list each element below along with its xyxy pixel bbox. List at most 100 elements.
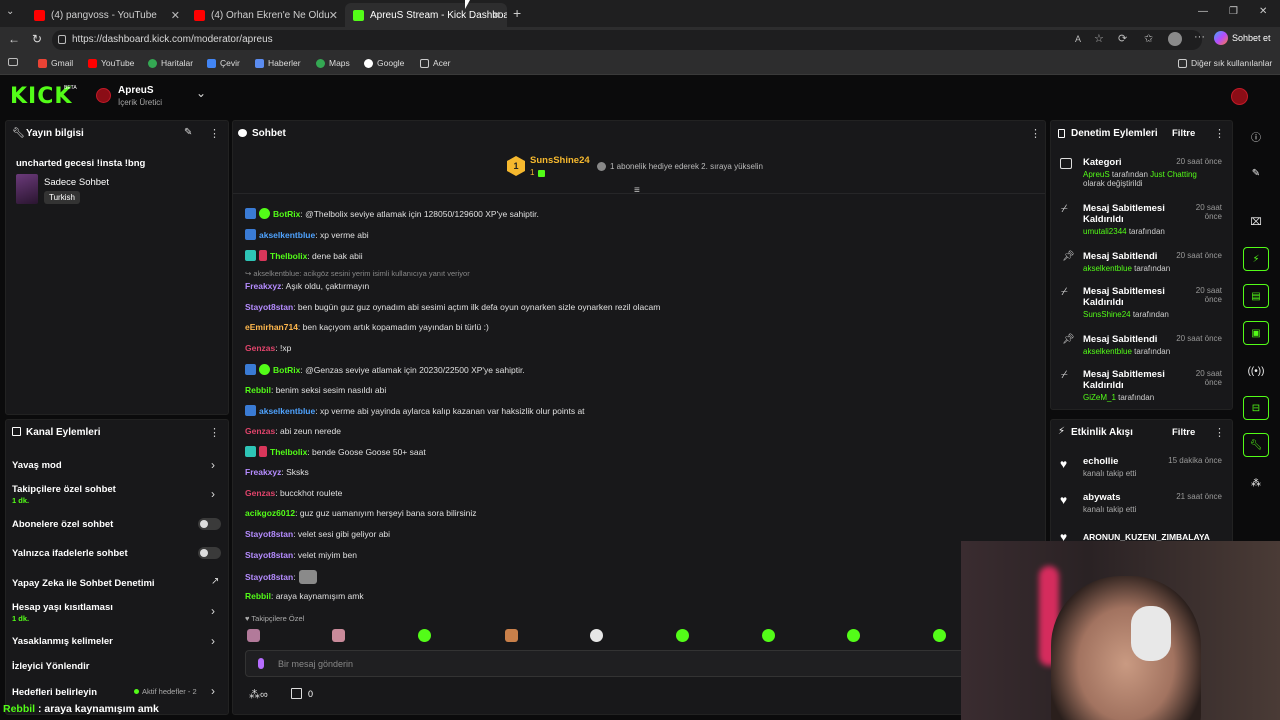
ai-moderation-item[interactable]: Yapay Zeka ile Sohbet Denetimi (12, 578, 155, 589)
chat-username[interactable]: eEmirhan714 (245, 322, 298, 332)
edit-icon[interactable]: ✎ (1243, 161, 1269, 185)
layout-icon[interactable]: ⊟ (1243, 396, 1269, 420)
close-tab-icon[interactable]: ✕ (329, 9, 338, 22)
chart-icon[interactable]: ↗ (211, 576, 219, 587)
browser-tab-kick[interactable]: ApreuS Stream - Kick Dashboard ✕ (345, 3, 507, 27)
bookmark-acer[interactable]: Acer (420, 58, 450, 68)
chat-username[interactable]: BotRix (273, 365, 300, 375)
emote-icon[interactable] (418, 629, 431, 642)
chevron-right-icon[interactable]: › (211, 604, 215, 618)
emotes-only-toggle[interactable] (198, 547, 221, 559)
bookmark-google[interactable]: Google (364, 58, 404, 68)
slow-mode-item[interactable]: Yavaş mod (12, 460, 62, 471)
filter-button[interactable]: Filtre (1172, 128, 1195, 139)
favorite-star-icon[interactable]: ☆ (1094, 32, 1104, 45)
store-icon[interactable] (291, 688, 302, 699)
browser-tab-youtube-2[interactable]: (4) Orhan Ekren'e Ne Oldu? İngiltere ✕ (186, 3, 344, 27)
chevron-right-icon[interactable]: › (211, 634, 215, 648)
channel-avatar[interactable] (96, 88, 111, 103)
chat-username[interactable]: Stayot8stan (245, 302, 293, 312)
more-options-icon[interactable]: ⋮ (1214, 127, 1225, 140)
emote-icon[interactable] (933, 629, 946, 642)
chevron-right-icon[interactable]: › (211, 684, 215, 698)
filter-button[interactable]: Filtre (1172, 427, 1195, 438)
lightning-icon[interactable]: ⚡︎ (1243, 247, 1269, 271)
reload-icon[interactable]: ↻ (32, 32, 42, 46)
user-avatar[interactable] (1231, 88, 1248, 105)
profile-avatar[interactable] (1168, 32, 1182, 46)
close-window-icon[interactable]: ✕ (1259, 6, 1267, 17)
points-infinity-icon[interactable]: ⁂∞ (249, 688, 268, 701)
info-icon[interactable]: ⓘ (1243, 124, 1269, 148)
bookmark-gmail[interactable]: Gmail (38, 58, 73, 68)
tab-list-chevron-icon[interactable]: ⌄ (6, 6, 14, 17)
more-options-icon[interactable]: ⋮ (1214, 426, 1225, 439)
close-tab-icon[interactable]: ✕ (492, 9, 501, 22)
bookmark-haberler[interactable]: Haberler (255, 58, 301, 68)
banned-words-item[interactable]: Yasaklanmış kelimeler (12, 636, 113, 647)
emote-icon[interactable] (505, 629, 518, 642)
maximize-icon[interactable]: ❐ (1229, 6, 1238, 17)
bookmark-cevir[interactable]: Çevir (207, 58, 240, 68)
emote-icon[interactable] (247, 629, 260, 642)
followers-only-item[interactable]: Takipçilere özel sohbet (12, 484, 116, 495)
goals-item[interactable]: Hedefleri belirleyin (12, 687, 97, 698)
emote-icon[interactable] (332, 629, 345, 642)
chat-username[interactable]: Freakxyz (245, 281, 281, 291)
raid-item[interactable]: İzleyici Yönlendir (12, 661, 89, 672)
chat-input[interactable]: Bir mesaj gönderin (245, 650, 1035, 677)
bookmark-haritalar[interactable]: Haritalar (148, 58, 193, 68)
chat-username[interactable]: BotRix (273, 209, 300, 219)
more-options-icon[interactable]: ⋮ (209, 426, 220, 439)
lock-icon[interactable] (58, 35, 66, 44)
emote-icon[interactable] (847, 629, 860, 642)
chat-username[interactable]: Thelbolix (270, 447, 307, 457)
chat-username[interactable]: Freakxyz (245, 467, 281, 477)
copilot-button[interactable]: Sohbet et (1214, 31, 1271, 45)
microphone-icon[interactable] (258, 658, 264, 669)
bookmark-youtube[interactable]: YouTube (88, 58, 134, 68)
more-options-icon[interactable]: ⋮ (209, 127, 220, 140)
collapse-pinned-icon[interactable]: ≡ (634, 185, 640, 196)
other-bookmarks[interactable]: Diğer sık kullanılanlar (1178, 58, 1272, 68)
subscribers-only-toggle[interactable] (198, 518, 221, 530)
chevron-right-icon[interactable]: › (211, 487, 215, 501)
extensions-icon[interactable]: ⟳ (1118, 32, 1127, 45)
share-icon[interactable]: ⁂ (1243, 471, 1269, 495)
chat-username[interactable]: Thelbolix (270, 251, 307, 261)
new-tab-icon[interactable]: + (513, 5, 521, 21)
channel-switch-chevron-icon[interactable]: ⌄ (196, 86, 206, 100)
chat-username[interactable]: Genzas (245, 426, 275, 436)
emote-icon[interactable] (590, 629, 603, 642)
wrench-icon[interactable]: 🔧︎ (1243, 433, 1269, 457)
chat-icon[interactable]: ▣ (1243, 321, 1269, 345)
edit-pencil-icon[interactable]: ✎ (184, 127, 192, 138)
chat-username[interactable]: Genzas (245, 488, 275, 498)
sidebar-toggle-icon[interactable] (8, 58, 18, 66)
pinned-username[interactable]: SunsShine24 (530, 155, 590, 166)
chat-username[interactable]: Rebbil (245, 591, 271, 601)
chat-username[interactable]: acikgoz6012 (245, 508, 295, 518)
chat-username[interactable]: Rebbil (245, 385, 271, 395)
browser-tab-youtube[interactable]: (4) pangvoss - YouTube ✕ (26, 3, 186, 27)
bookmark-maps[interactable]: Maps (316, 58, 350, 68)
chat-username[interactable]: Genzas (245, 343, 275, 353)
back-icon[interactable]: ← (8, 32, 20, 46)
emote-icon[interactable] (676, 629, 689, 642)
read-aloud-icon[interactable]: A (1075, 34, 1081, 44)
chat-username[interactable]: Stayot8stan (245, 572, 293, 582)
chat-username[interactable]: Stayot8stan (245, 529, 293, 539)
account-age-item[interactable]: Hesap yaşı kısıtlaması (12, 602, 113, 613)
minimize-icon[interactable]: — (1198, 6, 1208, 17)
screen-icon[interactable]: ⌧ (1243, 210, 1269, 234)
chat-username[interactable]: akselkentblue (259, 406, 315, 416)
emote-icon[interactable] (762, 629, 775, 642)
url-field[interactable]: https://dashboard.kick.com/moderator/apr… (52, 30, 1202, 50)
close-tab-icon[interactable]: ✕ (171, 9, 180, 22)
chevron-right-icon[interactable]: › (211, 458, 215, 472)
more-options-icon[interactable]: ⋮ (1030, 127, 1041, 140)
broadcast-icon[interactable]: ((•)) (1243, 359, 1269, 383)
notes-icon[interactable]: ▤ (1243, 284, 1269, 308)
more-menu-icon[interactable]: ··· (1194, 31, 1205, 43)
chat-username[interactable]: Stayot8stan (245, 550, 293, 560)
